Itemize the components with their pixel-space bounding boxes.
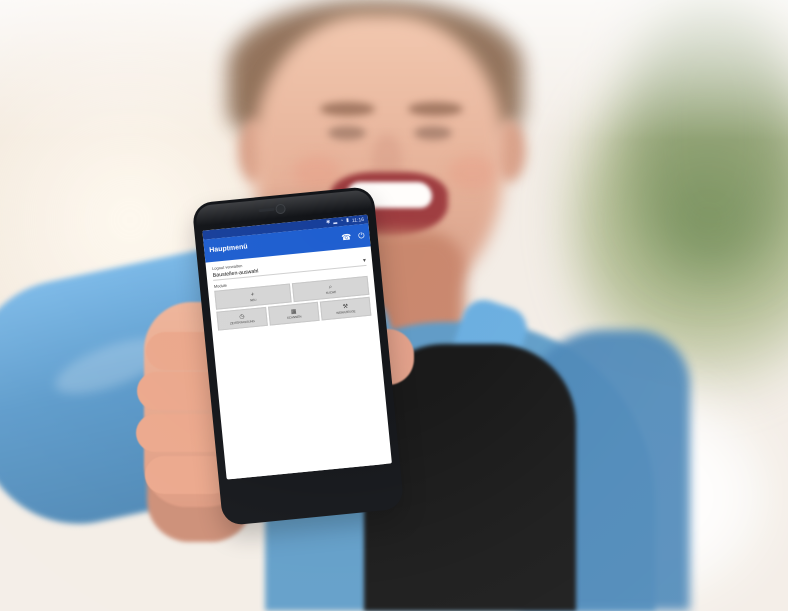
status-time: 11:16: [351, 216, 365, 224]
tile-label: SUCHE: [325, 289, 337, 295]
right-eyebrow: [408, 102, 463, 116]
main-content: Logout verwalten Baustellen-auswahl ▾ Mo…: [205, 246, 391, 480]
tile-label: WERKZEUGE: [336, 309, 356, 315]
bluetooth-icon: ✱: [325, 219, 331, 226]
screen-empty-area: [218, 316, 387, 480]
left-eyebrow: [320, 102, 375, 116]
tile-label: SCANNEN: [286, 314, 302, 320]
battery-icon: ▮: [345, 217, 350, 224]
right-cheek: [448, 155, 496, 190]
settings-icon[interactable]: ⏻: [358, 230, 365, 241]
wifi-icon: ◔: [339, 217, 344, 225]
smiling-man: [0, 0, 788, 611]
tile-label: ZEITERFASSUNG: [229, 318, 256, 326]
signal-icon: ▂: [332, 218, 338, 225]
photo-scene: ✱ ▂ ◔ ▮ 11:16 Hauptmenü ☎ ⏻ Logout verwa…: [0, 0, 788, 611]
phone-screen: ✱ ▂ ◔ ▮ 11:16 Hauptmenü ☎ ⏻ Logout verwa…: [202, 214, 392, 480]
right-eye: [414, 126, 452, 140]
phone-icon[interactable]: ☎: [341, 232, 352, 242]
tile-label: NEU: [249, 297, 257, 303]
smartphone: ✱ ▂ ◔ ▮ 11:16 Hauptmenü ☎ ⏻ Logout verwa…: [191, 185, 405, 527]
left-eye: [328, 126, 366, 140]
chevron-down-icon: ▾: [362, 258, 367, 265]
